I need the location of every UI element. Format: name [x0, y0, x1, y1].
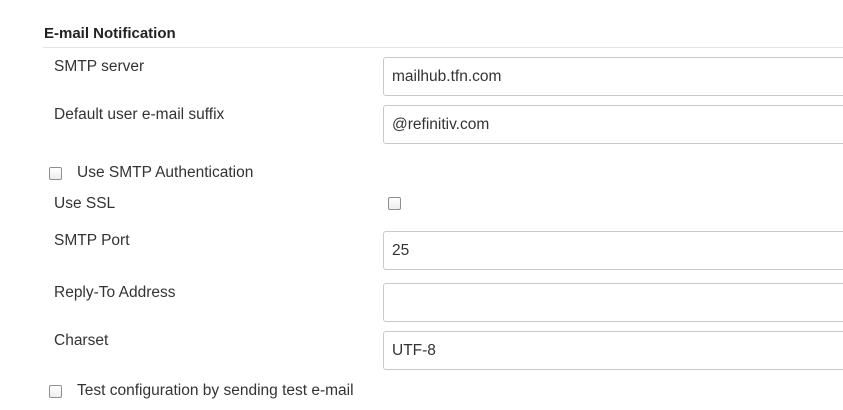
- smtp-auth-checkbox[interactable]: [49, 166, 62, 180]
- test-config-label[interactable]: Test configuration by sending test e-mai…: [77, 382, 354, 400]
- smtp-auth-label[interactable]: Use SMTP Authentication: [77, 164, 253, 182]
- smtp-server-input[interactable]: [383, 57, 843, 96]
- smtp-port-label: SMTP Port: [54, 232, 130, 249]
- section-title: E-mail Notification: [44, 25, 176, 42]
- email-suffix-input[interactable]: [383, 105, 843, 144]
- charset-input[interactable]: [383, 331, 843, 370]
- email-suffix-label: Default user e-mail suffix: [54, 106, 225, 123]
- charset-label: Charset: [54, 332, 109, 349]
- test-config-row[interactable]: Test configuration by sending test e-mai…: [49, 382, 354, 400]
- reply-to-label: Reply-To Address: [54, 284, 176, 301]
- smtp-server-label: SMTP server: [54, 58, 145, 75]
- smtp-port-input[interactable]: [383, 231, 843, 270]
- reply-to-input[interactable]: [383, 283, 843, 322]
- smtp-auth-row[interactable]: Use SMTP Authentication: [49, 164, 253, 182]
- test-config-checkbox[interactable]: [49, 384, 62, 398]
- ssl-checkbox[interactable]: [388, 197, 401, 210]
- section-header: E-mail Notification: [43, 24, 843, 48]
- ssl-label: Use SSL: [54, 195, 116, 212]
